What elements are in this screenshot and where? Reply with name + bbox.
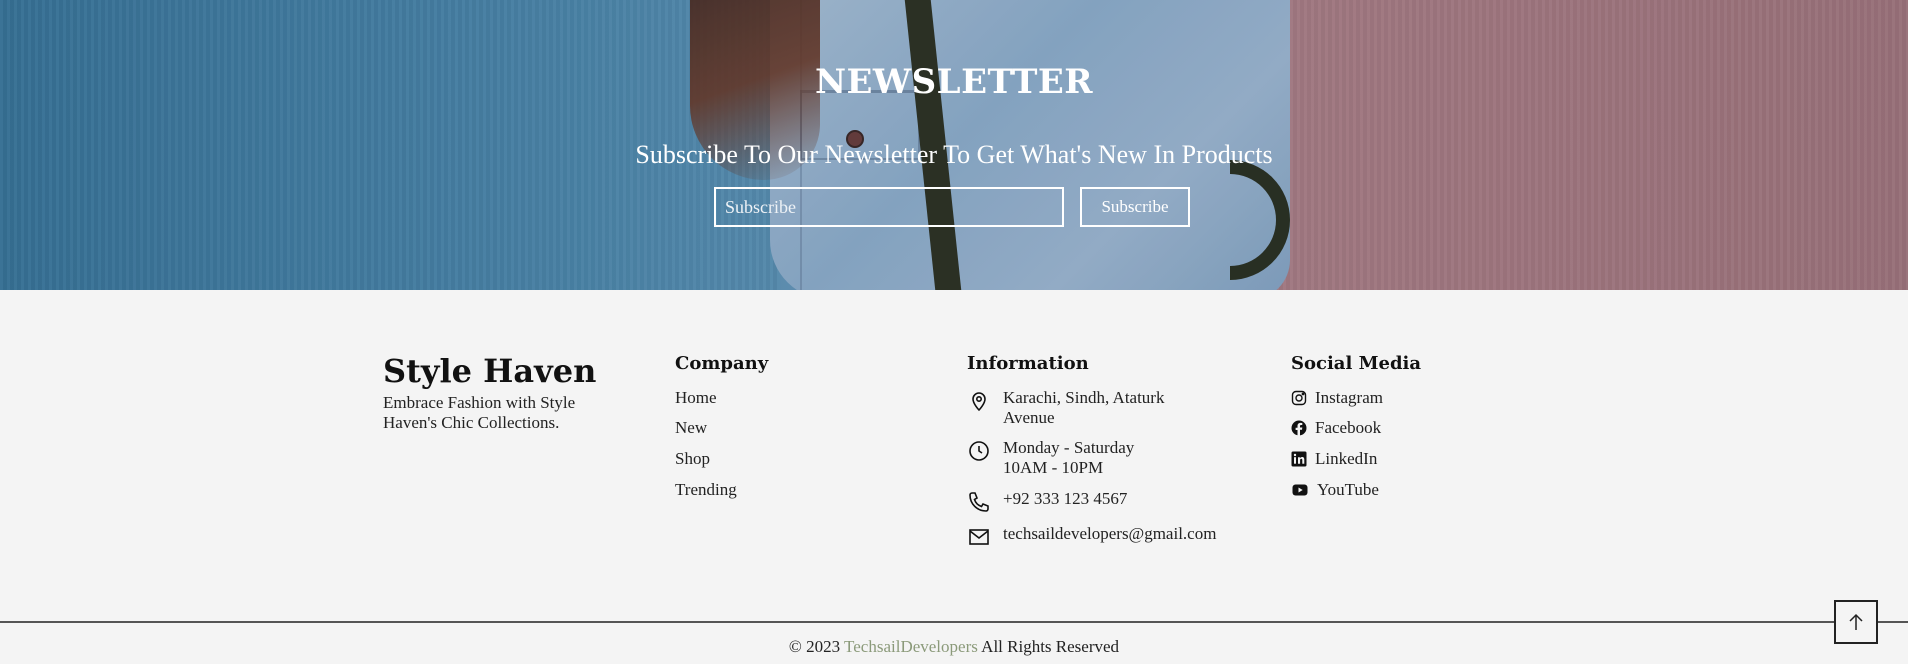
info-address: Karachi, Sindh, Ataturk Avenue [967,388,1164,428]
copyright-prefix: © 2023 [788,637,841,656]
address-text: Karachi, Sindh, Ataturk Avenue [1003,388,1165,427]
phone-icon [969,492,989,512]
facebook-icon [1291,420,1307,436]
subscribe-button[interactable]: Subscribe [1080,187,1190,227]
arrow-up-icon [1849,613,1863,630]
mail-icon [969,529,989,545]
scroll-to-top-button[interactable] [1834,600,1878,644]
footer-brand-name: Style Haven [383,352,597,390]
social-label-instagram: Instagram [1315,388,1383,407]
info-email: techsaildevelopers@gmail.com [967,524,1216,549]
info-phone: +92 333 123 4567 [967,489,1127,514]
copyright-suffix: All Rights Reserved [981,637,1120,656]
linkedin-icon [1291,451,1307,467]
social-linkedin[interactable]: LinkedIn [1291,449,1377,469]
newsletter-title: NEWSLETTER [814,62,1094,102]
copyright: © 2023 TechsailDevelopers All Rights Res… [0,637,1908,657]
footer-link-shop[interactable]: Shop [675,449,710,469]
social-label-facebook: Facebook [1315,418,1382,437]
newsletter-subtitle: Subscribe To Our Newsletter To Get What'… [635,140,1273,169]
social-instagram[interactable]: Instagram [1291,388,1383,408]
footer-link-trending[interactable]: Trending [675,480,737,500]
social-facebook[interactable]: Facebook [1291,418,1381,438]
clock-icon [969,441,989,461]
footer-link-new[interactable]: New [675,418,707,438]
newsletter-email-input[interactable] [714,187,1064,227]
social-youtube[interactable]: YouTube [1291,480,1379,500]
footer-link-home[interactable]: Home [675,388,717,408]
location-pin-icon [972,392,986,412]
phone-text: +92 333 123 4567 [1003,489,1128,508]
instagram-icon [1291,390,1307,406]
company-heading: Company [675,353,769,374]
footer-divider [0,621,1908,623]
social-label-youtube: YouTube [1317,480,1379,499]
footer-brand-description: Embrace Fashion with Style Haven's Chic … [383,393,576,432]
copyright-brand-link[interactable]: TechsailDevelopers [844,637,978,656]
hours-text: Monday - Saturday 10AM - 10PM [1003,438,1135,477]
info-hours: Monday - Saturday 10AM - 10PM [967,438,1134,478]
youtube-icon [1292,484,1308,496]
social-media-heading: Social Media [1291,353,1422,374]
social-label-linkedin: LinkedIn [1315,449,1378,468]
email-text: techsaildevelopers@gmail.com [1003,524,1217,543]
information-heading: Information [967,353,1089,374]
newsletter-section: NEWSLETTER Subscribe To Our Newsletter T… [0,0,1908,290]
